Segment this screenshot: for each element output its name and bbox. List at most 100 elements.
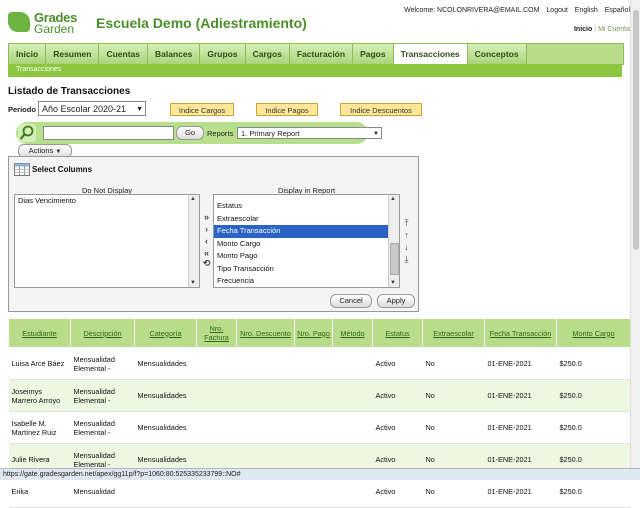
table-cell: 01-ENE-2021 (484, 347, 557, 380)
scroll-thumb[interactable] (390, 243, 399, 275)
tab-cuentas[interactable]: Cuentas (99, 44, 149, 64)
col-estatus[interactable]: Estatus (372, 318, 423, 348)
chevron-down-icon: ▼ (373, 131, 379, 137)
sub-nav: Transacciones (8, 64, 622, 77)
table-cell: Joseimys Marrero Arroyo (8, 379, 71, 412)
tab-transacciones[interactable]: Transacciones (393, 44, 468, 65)
col-metodo[interactable]: Método (332, 318, 373, 348)
mi-cuenta-link[interactable]: Mi Cuenta (598, 26, 630, 33)
list-scrollbar[interactable]: ▲ ▼ (388, 195, 399, 287)
tab-grupos[interactable]: Grupos (200, 44, 246, 64)
table-cell: Activo (372, 347, 423, 380)
table-cell: Mensualidad (70, 475, 135, 508)
col-fecha-transaccion[interactable]: Fecha Transacción (484, 318, 557, 348)
go-button[interactable]: Go (176, 126, 204, 140)
col-nro-pago[interactable]: Nro. Pago (294, 318, 333, 348)
list-scrollbar[interactable]: ▲ ▼ (188, 195, 199, 287)
select-columns-title: Select Columns (32, 165, 93, 174)
table-cell (332, 347, 373, 380)
tab-resumen[interactable]: Resumen (46, 44, 100, 64)
move-up-icon[interactable]: ↑ (401, 230, 412, 240)
list-item[interactable]: Dias Vencimiento (15, 195, 199, 208)
table-cell: Activo (372, 379, 423, 412)
do-not-display-list[interactable]: Dias Vencimiento ▲ ▼ (14, 194, 200, 288)
grades-garden-logo[interactable]: Grades Garden (8, 10, 88, 36)
list-item[interactable]: Extraescolar (214, 213, 399, 226)
english-link[interactable]: English (575, 7, 598, 14)
espanol-link[interactable]: Español (605, 7, 630, 14)
col-descripcion[interactable]: Descripción (70, 318, 135, 348)
table-cell: $250.0 (556, 475, 631, 508)
move-right-icon[interactable]: › (201, 224, 212, 234)
table-cell: Activo (372, 475, 423, 508)
table-row: Joseimys Marrero Arroyo Mensualidad Eleme… (8, 379, 631, 412)
report-select[interactable]: 1. Primary Report ▼ (237, 127, 382, 139)
col-estudiante[interactable]: Estudiante (8, 318, 71, 348)
list-item[interactable]: Monto Pago (214, 250, 399, 263)
list-item-selected[interactable]: Fecha Transacción (214, 225, 399, 238)
page-scrollbar[interactable] (630, 0, 640, 468)
table-cell: Mensualidad Elemental - (70, 379, 135, 412)
scroll-up-icon[interactable]: ▲ (190, 196, 196, 202)
table-row: Isabelle M. Martínez Ruiz Mensualidad Ele… (8, 411, 631, 444)
list-item[interactable]: Frecuencia (214, 275, 399, 287)
table-cell: No (422, 411, 485, 444)
logout-link[interactable]: Logout (546, 7, 567, 14)
top-links: Welcome: NCOLONRIVERA@EMAIL.COM Logout E… (399, 7, 630, 14)
scroll-down-icon[interactable]: ▼ (390, 280, 396, 286)
move-down-icon[interactable]: ↓ (401, 242, 412, 252)
list-item[interactable]: Estatus (214, 200, 399, 213)
move-all-right-icon[interactable]: » (201, 212, 212, 222)
reset-icon[interactable]: ⟲ (201, 258, 212, 269)
move-top-icon[interactable]: ⤒ (401, 218, 412, 229)
page-scroll-thumb[interactable] (633, 10, 639, 250)
scroll-up-icon[interactable]: ▲ (390, 196, 396, 202)
inicio-link[interactable]: Inicio (574, 26, 592, 33)
table-cell: Isabelle M. Martínez Ruiz (8, 411, 71, 444)
indice-pagos-button[interactable]: Indice Pagos (256, 103, 318, 116)
table-cell (236, 475, 295, 508)
col-nro-descuento[interactable]: Nro. Descuento (236, 318, 295, 348)
apply-button[interactable]: Apply (377, 294, 415, 308)
col-categoria[interactable]: Categoría (134, 318, 197, 348)
periodo-label: Periodo (8, 105, 36, 114)
scroll-down-icon[interactable]: ▼ (190, 280, 196, 286)
table-cell: Mensualidad Elemental - (70, 411, 135, 444)
tab-facturacion[interactable]: Facturación (289, 44, 354, 64)
table-cell: No (422, 347, 485, 380)
search-icon[interactable] (18, 124, 36, 142)
tab-conceptos[interactable]: Conceptos (467, 44, 527, 64)
table-cell: $250.0 (556, 411, 631, 444)
move-all-left-icon[interactable]: « (201, 248, 212, 258)
tab-pagos[interactable]: Pagos (353, 44, 394, 64)
search-input[interactable] (43, 126, 174, 140)
list-item[interactable]: Monto Cargo (214, 238, 399, 251)
table-cell: No (422, 379, 485, 412)
status-bar-url: https://gate.gradesgarden.net/apex/gg11p… (0, 468, 640, 480)
table-cell: 01-ENE-2021 (484, 379, 557, 412)
move-bottom-icon[interactable]: ⤓ (401, 254, 412, 265)
table-cell: Mensualidades (134, 411, 197, 444)
tab-inicio[interactable]: Inicio (9, 44, 47, 64)
table-cell (294, 347, 333, 380)
report-select-value: 1. Primary Report (241, 129, 300, 138)
tab-balances[interactable]: Balances (148, 44, 201, 64)
tab-cargos[interactable]: Cargos (245, 44, 290, 64)
indice-descuentos-button[interactable]: Indice Descuentos (340, 103, 422, 116)
display-in-report-list[interactable]: Estatus Extraescolar Fecha Transacción M… (213, 194, 400, 288)
table-cell: Mensualidades (134, 379, 197, 412)
periodo-select[interactable]: Año Escolar 2020-21 ▼ (38, 101, 146, 116)
table-cell (236, 379, 295, 412)
indice-cargos-button[interactable]: Indice Cargos (170, 103, 234, 116)
cancel-button[interactable]: Cancel (330, 294, 372, 308)
move-left-icon[interactable]: ‹ (201, 236, 212, 246)
subnav-transacciones[interactable]: Transacciones (16, 66, 61, 73)
table-cell (196, 475, 237, 508)
list-item[interactable]: Tipo Transacción (214, 263, 399, 276)
table-cell: $250.0 (556, 347, 631, 380)
col-nro-factura[interactable]: Nro. Factura (196, 318, 237, 348)
table-cell (332, 379, 373, 412)
table-cell (294, 379, 333, 412)
col-monto-cargo[interactable]: Monto Cargo (556, 318, 631, 348)
col-extraescolar[interactable]: Extraescolar (422, 318, 485, 348)
